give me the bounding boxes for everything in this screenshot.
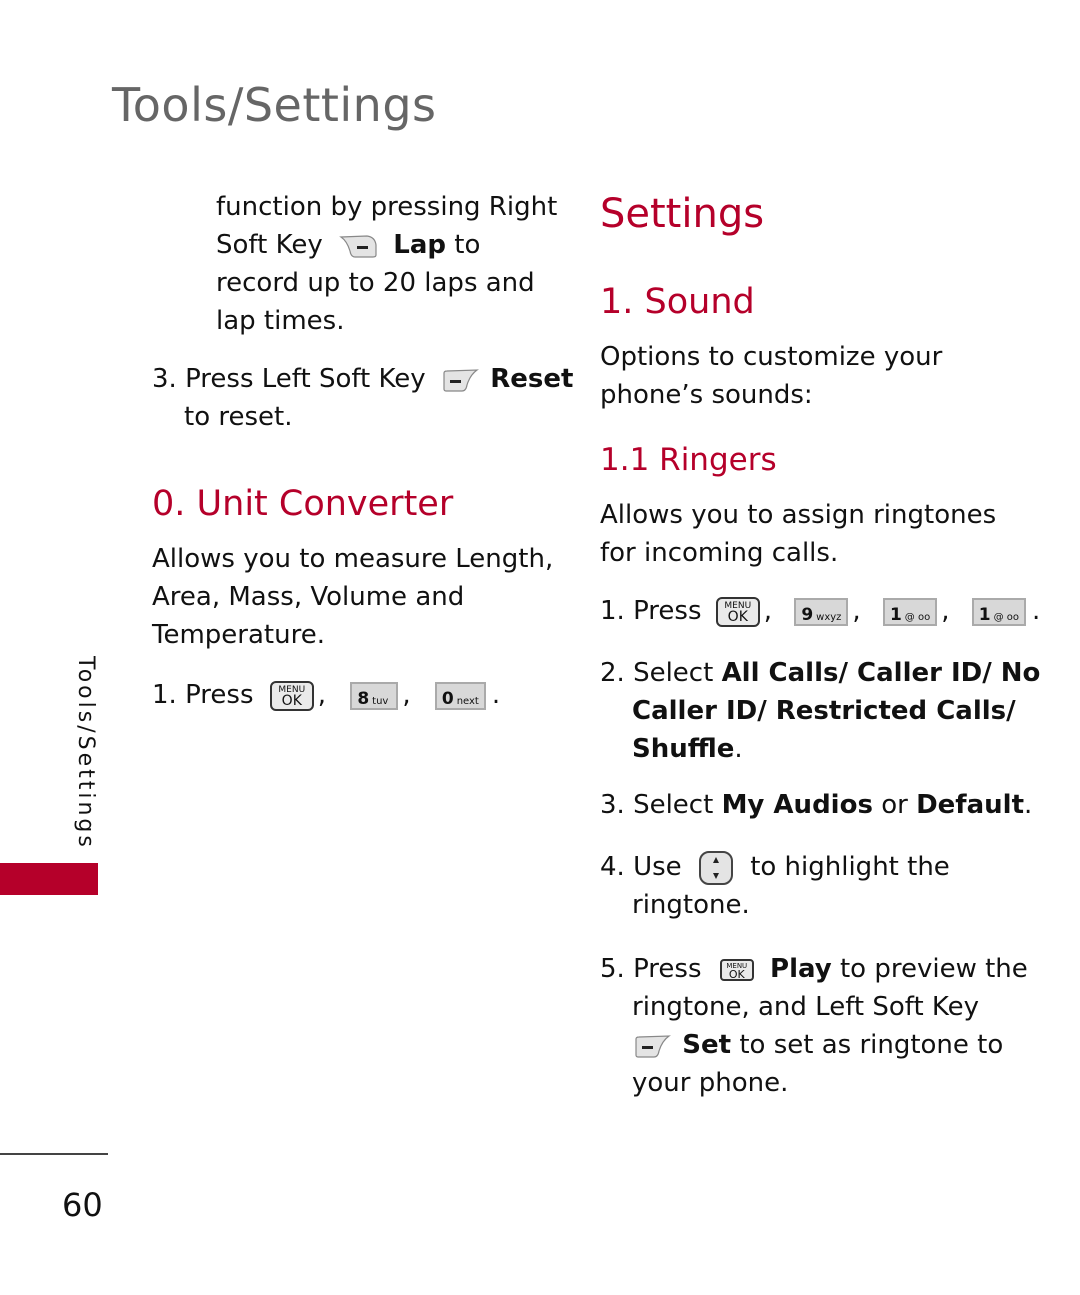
text-line: function by pressing Right (216, 192, 558, 222)
up-down-navigation-key-icon (698, 850, 733, 885)
key-0-icon: 0 next (434, 681, 486, 710)
ringers-step-5: 5. Press MENU OK Play to preview the rin… (600, 954, 1028, 1098)
ringers-step-3: 3. Select My Audios or Default. (600, 790, 1033, 820)
unit-converter-step-1: 1. Press MENU OK , 8 tuv , 0 next . (152, 680, 501, 711)
key-9-icon: 9 wxyz (794, 597, 849, 626)
text-line: Soft Key Lap to (216, 230, 481, 260)
ringers-heading: 1.1 Ringers (600, 442, 777, 478)
unit-converter-description: Allows you to measure Length, Area, Mass… (152, 544, 554, 650)
page-number: 60 (62, 1186, 103, 1224)
left-soft-key-icon (443, 368, 479, 392)
settings-section-title: Settings (600, 191, 765, 237)
unit-converter-heading: 0. Unit Converter (152, 484, 454, 524)
menu-ok-key-icon: MENU OK (719, 958, 754, 981)
text-line: lap times. (216, 306, 345, 336)
text-line: record up to 20 laps and (216, 268, 535, 298)
side-tab: Tools/Settings (60, 656, 100, 856)
continued-paragraph: function by pressing Right Soft Key Lap … (216, 188, 558, 340)
ringers-description: Allows you to assign ringtones for incom… (600, 500, 997, 568)
key-1-icon: 1 @ oo (882, 597, 938, 626)
ringers-step-2: 2. Select All Calls/ Caller ID/ No Calle… (600, 658, 1041, 764)
menu-ok-key-icon: MENU OK (715, 596, 760, 627)
stopwatch-step-3: 3. Press Left Soft Key Reset to reset. (152, 364, 574, 432)
right-soft-key-icon (339, 234, 377, 258)
section-marker-bar (0, 863, 98, 895)
key-8-icon: 8 tuv (350, 681, 399, 710)
menu-ok-key-icon: MENU OK (269, 680, 314, 711)
ringers-step-4: 4. Use to highlight the ringtone. (600, 848, 950, 924)
side-tab-label: Tools/Settings (73, 656, 98, 850)
sound-heading: 1. Sound (600, 282, 755, 322)
footer-rule (0, 1153, 108, 1155)
key-1-icon: 1 @ oo (971, 597, 1027, 626)
left-soft-key-icon (635, 1034, 671, 1058)
sound-description: Options to customize your phone’s sounds… (600, 342, 943, 410)
running-head: Tools/Settings (112, 78, 437, 132)
ringers-step-1: 1. Press MENU OK , 9 wxyz , 1 @ oo , 1 @ oo… (600, 596, 1041, 627)
